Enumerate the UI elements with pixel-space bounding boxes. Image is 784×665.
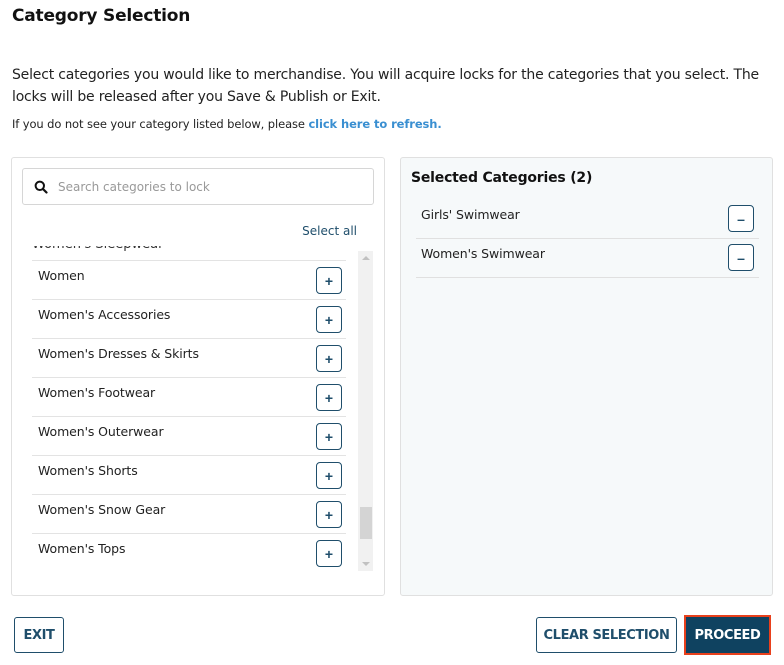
list-item: Women + [32, 261, 346, 300]
refresh-prefix: If you do not see your category listed b… [12, 117, 309, 131]
page-title: Category Selection [12, 6, 191, 26]
category-label: Women's Shorts [38, 463, 138, 478]
category-label: Women's Dresses & Skirts [38, 346, 199, 361]
refresh-notice: If you do not see your category listed b… [12, 117, 442, 131]
add-category-button[interactable]: + [316, 306, 342, 333]
selected-category-label: Women's Swimwear [421, 246, 545, 261]
category-label: Women's Outerwear [38, 424, 164, 439]
list-item: Women's Snow Gear + [32, 495, 346, 534]
list-item: Women's Dresses & Skirts + [32, 339, 346, 378]
scrollbar-thumb[interactable] [360, 507, 372, 539]
selected-category-label: Girls' Swimwear [421, 207, 520, 222]
list-item: Women's Outerwear + [32, 417, 346, 456]
list-item-partial: Women's Sleepwear [32, 246, 346, 261]
refresh-link[interactable]: click here to refresh. [308, 117, 441, 131]
add-category-button[interactable]: + [316, 540, 342, 567]
proceed-button[interactable]: PROCEED [684, 615, 771, 655]
page-description: Select categories you would like to merc… [12, 67, 759, 105]
add-category-button[interactable]: + [316, 384, 342, 411]
clear-selection-button[interactable]: CLEAR SELECTION [536, 617, 677, 653]
list-item: Women's Footwear + [32, 378, 346, 417]
category-list: Women's Sleepwear Women + Women's Access… [32, 246, 346, 571]
selected-item: Girls' Swimwear – [416, 200, 759, 239]
add-category-button[interactable]: + [316, 345, 342, 372]
list-item: Women's Accessories + [32, 300, 346, 339]
remove-category-button[interactable]: – [728, 205, 754, 232]
list-scrollbar[interactable] [358, 251, 373, 571]
exit-button[interactable]: EXIT [14, 617, 64, 653]
list-item: Women's Shorts + [32, 456, 346, 495]
selected-list: Girls' Swimwear – Women's Swimwear – [416, 200, 759, 278]
add-category-button[interactable]: + [316, 267, 342, 294]
search-icon [34, 180, 48, 194]
selected-categories-panel: Selected Categories (2) Girls' Swimwear … [400, 157, 773, 596]
available-categories-panel: Select all Women's Sleepwear Women + Wom… [11, 157, 385, 596]
scroll-down-arrow-icon[interactable] [362, 562, 370, 566]
add-category-button[interactable]: + [316, 462, 342, 489]
selected-item: Women's Swimwear – [416, 239, 759, 278]
category-label: Women's Snow Gear [38, 502, 166, 517]
scroll-up-arrow-icon[interactable] [362, 256, 370, 260]
select-all-link[interactable]: Select all [302, 224, 357, 238]
add-category-button[interactable]: + [316, 423, 342, 450]
category-label: Women's Tops [38, 541, 126, 556]
list-item: Women's Tops + [32, 534, 346, 571]
add-category-button[interactable]: + [316, 501, 342, 528]
category-label: Women [38, 268, 85, 283]
category-label: Women's Footwear [38, 385, 156, 400]
search-field[interactable] [22, 168, 374, 205]
remove-category-button[interactable]: – [728, 244, 754, 271]
category-label: Women's Accessories [38, 307, 171, 322]
search-input[interactable] [56, 178, 373, 195]
selected-categories-heading: Selected Categories (2) [411, 170, 593, 186]
